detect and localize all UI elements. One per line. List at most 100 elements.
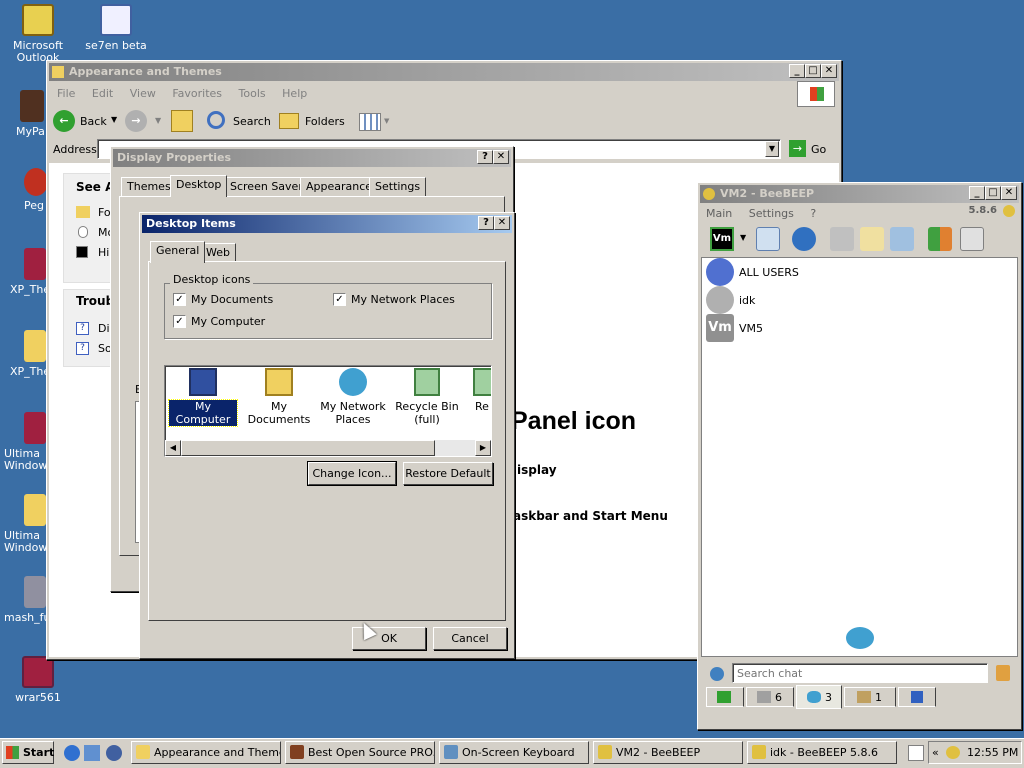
menu-main[interactable]: Main — [706, 207, 732, 220]
bottom-tab-chats[interactable]: 3 — [796, 685, 842, 709]
desktop-icon-wrar561[interactable]: wrar561 — [0, 656, 76, 704]
desktop-icon-mypa[interactable]: MyPa — [0, 90, 52, 138]
desktop-icon-peg[interactable]: Peg — [0, 168, 52, 212]
desktop-icon-mashfu[interactable]: mash_fu — [0, 576, 51, 624]
go-button[interactable]: → Go — [787, 139, 831, 159]
troubleshoot-sound-link[interactable]: ? So — [76, 342, 112, 355]
trash-icon[interactable] — [960, 227, 984, 251]
search-button[interactable]: Search — [205, 109, 271, 135]
transfer-icon[interactable] — [928, 227, 952, 251]
quick-launch-ie-icon[interactable] — [64, 745, 80, 761]
explorer-titlebar[interactable]: Appearance and Themes — [49, 63, 839, 81]
tab-screen-saver[interactable]: Screen Saver — [224, 177, 309, 197]
task-idk-beebeep[interactable]: idk - BeeBEEP 5.8.6 — [747, 741, 897, 764]
scroll-thumb[interactable] — [181, 440, 435, 456]
user-row-idk[interactable]: idk — [706, 286, 906, 314]
tab-appearance[interactable]: Appearance — [300, 177, 379, 197]
search-chat-input[interactable] — [732, 663, 988, 683]
close-button[interactable]: ✕ — [493, 150, 509, 164]
back-button[interactable]: ← Back ▼ — [53, 109, 121, 135]
menu-favorites[interactable]: Favorites — [172, 87, 222, 100]
scroll-right-button[interactable]: ▶ — [475, 440, 491, 456]
see-also-fonts-link[interactable]: Fo — [76, 206, 111, 219]
views-button[interactable]: ▼ — [357, 111, 391, 133]
taskbar-task-link[interactable]: askbar and Start Menu — [513, 509, 668, 523]
bottom-tab-groups[interactable]: 1 — [844, 687, 896, 707]
chevron-down-icon[interactable]: ▼ — [740, 233, 746, 242]
minimize-button[interactable]: _ — [969, 186, 985, 200]
my-documents-checkbox[interactable]: My Documents — [173, 293, 273, 306]
desktop-icon-se7en[interactable]: se7en beta — [78, 4, 154, 52]
desktop-icon-ultima1[interactable]: Ultima Windows — [0, 412, 53, 472]
tray-expand-icon[interactable]: « — [932, 746, 939, 759]
desktop-icon-ultima2[interactable]: Ultima Windows — [0, 494, 53, 554]
bottom-tab-users[interactable]: 6 — [746, 687, 794, 707]
cancel-button[interactable]: Cancel — [433, 627, 507, 650]
icon-item-my-documents[interactable]: My Documents — [241, 368, 317, 426]
my-computer-checkbox[interactable]: My Computer — [173, 315, 265, 328]
close-button[interactable]: ✕ — [1001, 186, 1017, 200]
menu-file[interactable]: File — [57, 87, 75, 100]
maximize-button[interactable]: □ — [805, 64, 821, 78]
menu-edit[interactable]: Edit — [92, 87, 113, 100]
restore-default-button[interactable]: Restore Default — [403, 462, 493, 485]
menu-tools[interactable]: Tools — [239, 87, 266, 100]
quick-launch-explorer-icon[interactable] — [84, 745, 100, 761]
search-options-icon[interactable] — [710, 667, 724, 681]
icon-item-my-computer[interactable]: My Computer — [168, 368, 238, 427]
desktop-icon-xpthe1[interactable]: XP_The — [0, 248, 52, 296]
folders-button[interactable]: Folders — [279, 109, 345, 135]
tray-beebeep-icon[interactable] — [946, 746, 960, 759]
close-button[interactable]: ✕ — [821, 64, 837, 78]
note-edit-icon[interactable] — [860, 227, 884, 251]
tab-web[interactable]: Web — [200, 243, 236, 263]
tab-settings[interactable]: Settings — [369, 177, 427, 197]
help-button[interactable]: ? — [478, 216, 494, 230]
desktop-icon-outlook[interactable]: Microsoft Outlook — [0, 4, 76, 64]
minimize-button[interactable]: _ — [789, 64, 805, 78]
start-button[interactable]: Start — [2, 741, 54, 764]
menu-view[interactable]: View — [130, 87, 156, 100]
menu-settings[interactable]: Settings — [749, 207, 794, 220]
bottom-tab-flag[interactable] — [898, 687, 936, 707]
desktop-items-titlebar[interactable]: Desktop Items — [142, 215, 512, 233]
task-best-open-source[interactable]: Best Open Source PRO... — [285, 741, 435, 764]
up-folder-icon[interactable] — [171, 110, 193, 132]
tab-general[interactable]: General — [150, 241, 206, 263]
file-share-icon[interactable] — [830, 227, 854, 251]
user-row-vm5[interactable]: Vm VM5 — [706, 314, 906, 342]
see-also-mouse-link[interactable]: Mo — [76, 226, 114, 239]
icon-item-recycle-bin[interactable]: Recycle Bin (full) — [393, 368, 461, 426]
display-properties-titlebar[interactable]: Display Properties — [113, 149, 511, 167]
desktop-items-dialog[interactable]: Desktop Items ? ✕ General Web Desktop ic… — [139, 212, 515, 659]
task-appearance-and-themes[interactable]: Appearance and Themes — [131, 741, 281, 764]
forward-button[interactable]: → ▼ — [125, 110, 163, 134]
user-row-all-users[interactable]: ALL USERS — [706, 258, 906, 286]
task-on-screen-keyboard[interactable]: On-Screen Keyboard — [439, 741, 589, 764]
clear-search-icon[interactable] — [996, 665, 1010, 681]
profile-edit-icon[interactable] — [756, 227, 780, 251]
bottom-tab-status[interactable] — [706, 687, 744, 707]
scroll-left-button[interactable]: ◀ — [165, 440, 181, 456]
address-dropdown[interactable]: ▼ — [765, 141, 779, 157]
desktop-icon-list[interactable]: My Computer My Documents My Network Plac… — [164, 365, 492, 457]
icon-item-my-network-places[interactable]: My Network Places — [319, 368, 387, 426]
broadcast-icon[interactable] — [792, 227, 816, 251]
tools-icon[interactable] — [890, 227, 914, 251]
show-desktop-icon[interactable] — [908, 745, 924, 761]
display-task-link[interactable]: isplay — [517, 463, 557, 477]
tab-themes[interactable]: Themes — [121, 177, 177, 197]
status-button[interactable]: Vm — [710, 227, 734, 251]
close-button[interactable]: ✕ — [494, 216, 510, 230]
horizontal-scrollbar[interactable]: ◀ ▶ — [165, 440, 491, 456]
change-icon-button[interactable]: Change Icon... — [307, 461, 397, 486]
tab-desktop[interactable]: Desktop — [170, 175, 228, 197]
desktop-icon-xpthe2[interactable]: XP_The — [0, 330, 52, 378]
icon-item-recycle-bin-empty[interactable]: Re — [469, 368, 491, 413]
task-vm2-beebeep[interactable]: VM2 - BeeBEEP — [593, 741, 743, 764]
menu-help[interactable]: Help — [282, 87, 307, 100]
menu-help[interactable]: ? — [810, 207, 816, 220]
maximize-button[interactable]: □ — [985, 186, 1001, 200]
help-button[interactable]: ? — [477, 150, 493, 164]
my-network-places-checkbox[interactable]: My Network Places — [333, 293, 455, 306]
